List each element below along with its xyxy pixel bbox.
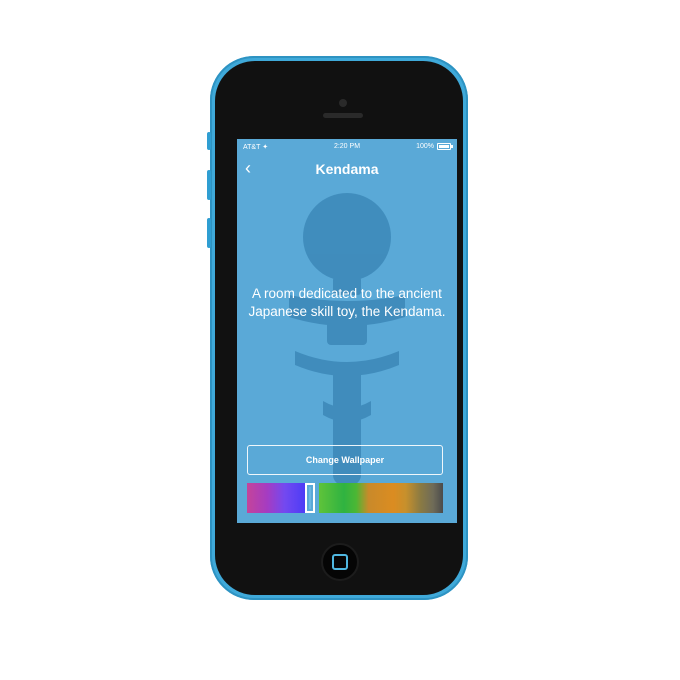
status-bar: AT&T ✦ 2:20 PM 100% [237, 139, 457, 155]
earpiece-speaker [323, 113, 363, 118]
page-title: Kendama [315, 161, 379, 177]
wallpaper-swatch-purple[interactable] [247, 483, 305, 513]
front-camera-icon [339, 99, 347, 107]
app-screen: AT&T ✦ 2:20 PM 100% ‹ Kendama A room ded… [237, 139, 457, 523]
volume-up-button [207, 170, 211, 200]
wallpaper-swatch-selected[interactable] [305, 483, 315, 513]
mute-switch [207, 132, 211, 150]
room-description: A room dedicated to the ancient Japanese… [248, 286, 446, 319]
home-square-icon [332, 554, 348, 570]
phone-body: AT&T ✦ 2:20 PM 100% ‹ Kendama A room ded… [207, 56, 468, 600]
wallpaper-swatch-green-orange[interactable] [319, 483, 443, 513]
volume-down-button [207, 218, 211, 248]
change-wallpaper-button[interactable]: Change Wallpaper [247, 445, 443, 475]
battery-icon [437, 143, 453, 150]
wallpaper-color-picker[interactable] [247, 483, 443, 513]
navigation-bar: ‹ Kendama [237, 155, 457, 181]
home-button[interactable] [321, 543, 359, 581]
battery-indicator: 100% [416, 143, 453, 150]
battery-percent: 100% [416, 143, 434, 150]
phone-bezel: AT&T ✦ 2:20 PM 100% ‹ Kendama A room ded… [215, 61, 463, 595]
